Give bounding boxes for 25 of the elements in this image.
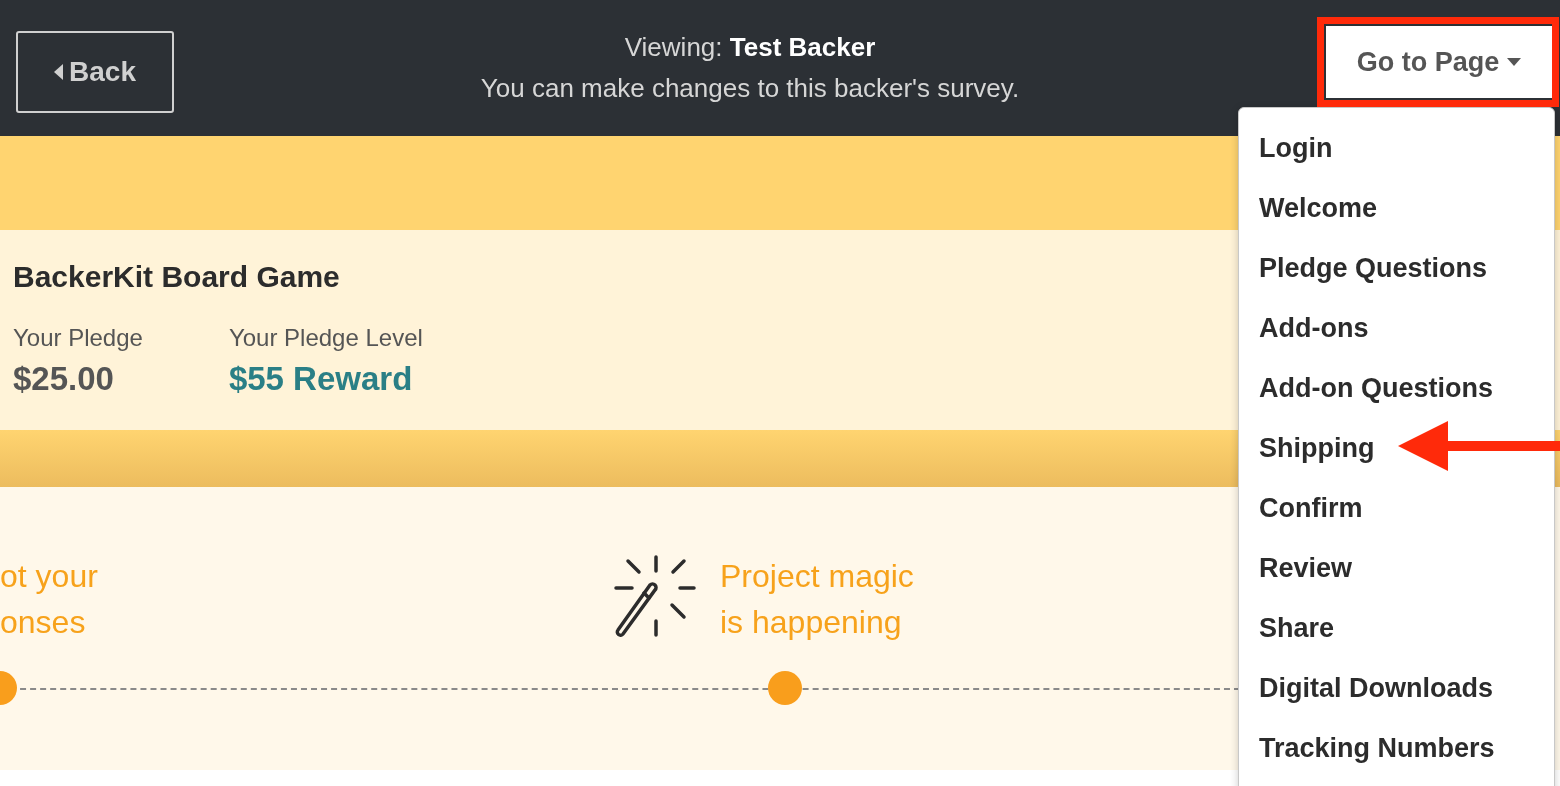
menu-item[interactable]: Login bbox=[1259, 126, 1333, 170]
caret-left-icon bbox=[54, 64, 64, 80]
menu-item[interactable]: Review bbox=[1259, 546, 1353, 590]
menu-item[interactable]: Add-on Questions bbox=[1259, 366, 1493, 410]
pledge-level-link[interactable]: $55 Reward bbox=[228, 360, 423, 398]
menu-item[interactable]: Tracking Numbers bbox=[1259, 726, 1495, 770]
menu-item[interactable]: Welcome bbox=[1259, 186, 1378, 230]
step-dot bbox=[768, 671, 802, 705]
menu-item[interactable]: Share bbox=[1259, 606, 1335, 650]
step-text: Project magic is happening bbox=[720, 557, 914, 642]
caret-down-icon bbox=[1507, 58, 1522, 66]
menu-item[interactable]: Digital Downloads bbox=[1259, 666, 1493, 710]
menu-item[interactable]: Pledge Questions bbox=[1259, 246, 1488, 290]
menu-item[interactable]: Confirm bbox=[1259, 486, 1363, 530]
pledge-amount: $25.00 bbox=[13, 360, 115, 398]
step-text: ot your onses bbox=[0, 557, 98, 642]
subtitle-text: You can make changes to this backer's survey. bbox=[480, 73, 1020, 104]
viewing-text: Viewing: Test Backer bbox=[624, 32, 876, 63]
menu-item[interactable]: Add-ons bbox=[1259, 306, 1369, 350]
menu-item[interactable]: Shipping bbox=[1259, 426, 1375, 470]
pledge-label: Your Pledge Level bbox=[228, 324, 423, 352]
project-title: BackerKit Board Game bbox=[13, 260, 340, 294]
pledge-label: Your Pledge bbox=[13, 324, 143, 352]
go-to-page-button[interactable]: Go to Page bbox=[1326, 26, 1552, 98]
back-button[interactable]: Back bbox=[16, 31, 174, 113]
